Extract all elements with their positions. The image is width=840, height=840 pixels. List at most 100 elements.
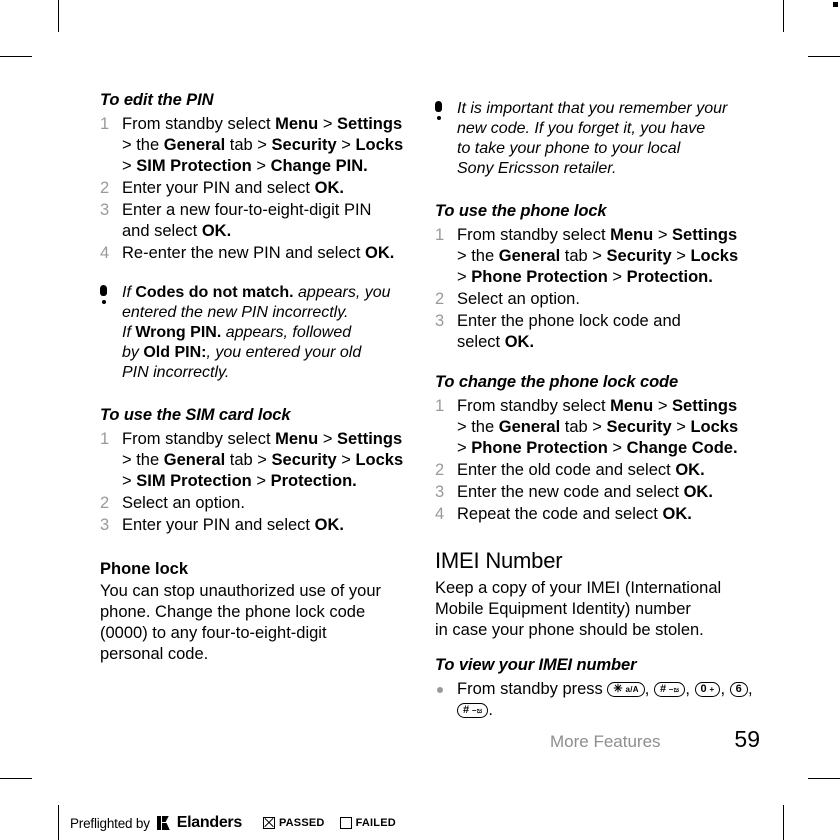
page-footer: More Features 59 xyxy=(435,726,760,753)
page-canvas: To edit the PIN 1 From standby select Men… xyxy=(0,0,840,840)
crop-mark-left-top xyxy=(0,56,32,57)
preflight-failed-label: FAILED xyxy=(355,817,396,829)
note-line: to take your phone to your local xyxy=(457,140,681,157)
text-line: > the General tab > Security > Locks xyxy=(122,136,404,154)
note-line: If Wrong PIN. appears, followed xyxy=(122,324,352,341)
text-line: select OK. xyxy=(457,333,535,351)
body-line: (0000) to any four-to-eight-digit xyxy=(100,624,327,642)
step-text: Repeat the code and select OK. xyxy=(457,504,755,525)
procedure-heading: To use the phone lock xyxy=(435,202,607,220)
step-item: 4 Re-enter the new PIN and select OK. xyxy=(100,243,420,264)
step-item: 1 From standby select Menu > Settings > th… xyxy=(100,114,420,177)
elanders-logo-icon xyxy=(156,816,170,830)
section-imei-number: IMEI Number Keep a copy of your IMEI (In… xyxy=(435,548,755,721)
exclamation-icon xyxy=(100,285,107,304)
step-number: 2 xyxy=(100,494,110,512)
body-line: personal code. xyxy=(100,645,209,663)
step-item: 1 From standby select Menu > Settings > th… xyxy=(435,396,755,459)
step-item: 2 Select an option. xyxy=(100,493,420,514)
preflight-bar: Preflighted by Elanders PASSED FAILED xyxy=(70,814,396,832)
text-line: Enter the phone lock code and xyxy=(457,312,681,330)
six-key: 6 xyxy=(729,682,749,697)
text-line: From standby select Menu > Settings xyxy=(457,226,738,244)
exclamation-icon xyxy=(435,101,442,120)
step-item: 3 Enter the new code and select OK. xyxy=(435,482,755,503)
step-number: 4 xyxy=(100,244,110,262)
section-phone-lock: Phone lock You can stop unauthorized use… xyxy=(100,559,420,665)
text-line: Enter the old code and select OK. xyxy=(457,461,705,479)
crop-mark-top-left xyxy=(58,0,59,32)
text-line: Enter your PIN and select OK. xyxy=(122,179,344,197)
crop-mark-bottom-left xyxy=(58,805,59,840)
note-line: new code. If you forget it, you have xyxy=(457,120,706,137)
procedure-heading: To edit the PIN xyxy=(100,91,214,109)
text-line: From standby select Menu > Settings xyxy=(122,115,403,133)
step-number: 1 xyxy=(100,115,110,133)
note-line: If Codes do not match. appears, you xyxy=(122,284,391,301)
preflight-passed: PASSED xyxy=(262,817,325,829)
page-number: 59 xyxy=(734,726,760,752)
text-line: Enter a new four-to-eight-digit PIN xyxy=(122,201,372,219)
note-line: It is important that you remember your xyxy=(457,100,728,117)
text-line: > the General tab > Security > Locks xyxy=(122,451,404,469)
imei-bullet-text: From standby press xyxy=(457,680,608,698)
text-line: Enter your PIN and select OK. xyxy=(122,516,344,534)
step-text: From standby select Menu > Settings > the… xyxy=(122,429,420,492)
step-text: From standby select Menu > Settings > the… xyxy=(457,225,755,288)
step-number: 1 xyxy=(435,226,445,244)
right-column: It is important that you remember your ne… xyxy=(435,90,755,721)
hash-key-2: # –ಜ xyxy=(457,703,489,718)
body-line: phone. Change the phone lock code xyxy=(100,603,366,621)
procedure-edit-pin: To edit the PIN 1 From standby select Men… xyxy=(100,90,420,264)
procedure-heading: To use the SIM card lock xyxy=(100,406,291,424)
step-text: Enter the new code and select OK. xyxy=(457,482,755,503)
note-body: It is important that you remember your ne… xyxy=(457,99,755,179)
note-remember-code: It is important that you remember your ne… xyxy=(435,99,755,179)
step-text: Enter a new four-to-eight-digit PIN and s… xyxy=(122,200,420,242)
preflight-passed-label: PASSED xyxy=(278,817,325,829)
note-line: by Old PIN:, you entered your old xyxy=(122,344,362,361)
body-line: in case your phone should be stolen. xyxy=(435,621,704,639)
crop-mark-right-bottom xyxy=(808,778,840,779)
procedure-change-phone-lock-code: To change the phone lock code 1 From stan… xyxy=(435,372,755,525)
crop-mark-left-bottom xyxy=(0,778,32,779)
zero-key: 0 + xyxy=(694,682,721,697)
text-line: Select an option. xyxy=(122,494,245,512)
text-line: Re-enter the new PIN and select OK. xyxy=(122,244,395,262)
step-text: Enter the old code and select OK. xyxy=(457,460,755,481)
note-line: entered the new PIN incorrectly. xyxy=(122,304,349,321)
step-list: 1 From standby select Menu > Settings > th… xyxy=(435,225,755,353)
step-number: 4 xyxy=(435,505,445,523)
step-list: 1 From standby select Menu > Settings > th… xyxy=(100,429,420,536)
imei-key-sequence-list: From standby press ✳ a/A, # –ಜ, 0 +, 6, … xyxy=(435,679,755,721)
step-item: 2 Enter the old code and select OK. xyxy=(435,460,755,481)
note-body: If Codes do not match. appears, you enter… xyxy=(122,283,420,383)
step-number: 1 xyxy=(100,430,110,448)
text-line: Enter the new code and select OK. xyxy=(457,483,713,501)
hash-key-1: # –ಜ xyxy=(653,682,686,697)
star-key: ✳ a/A xyxy=(607,682,645,697)
text-line: > the General tab > Security > Locks xyxy=(457,247,739,265)
step-number: 3 xyxy=(100,201,110,219)
step-text: Enter the phone lock code and select OK. xyxy=(457,311,755,353)
text-line: From standby select Menu > Settings xyxy=(122,430,403,448)
checkbox-checked-icon xyxy=(262,817,275,829)
registration-dot xyxy=(833,2,838,7)
procedure-sim-card-lock: To use the SIM card lock 1 From standby s… xyxy=(100,405,420,536)
note-codes-do-not-match: If Codes do not match. appears, you enter… xyxy=(100,283,420,383)
subsection-heading: Phone lock xyxy=(100,560,189,578)
step-text: Re-enter the new PIN and select OK. xyxy=(122,243,420,264)
step-list: 1 From standby select Menu > Settings > th… xyxy=(100,114,420,264)
crop-mark-bottom-right xyxy=(783,805,784,840)
bullet-dot xyxy=(437,687,443,693)
crop-mark-top-right xyxy=(783,0,784,32)
text-line: Repeat the code and select OK. xyxy=(457,505,692,523)
text-line: > SIM Protection > Protection. xyxy=(122,472,357,490)
imei-body: Keep a copy of your IMEI (International M… xyxy=(435,578,755,641)
section-heading: IMEI Number xyxy=(435,548,563,573)
preflight-failed: FAILED xyxy=(339,817,396,829)
preflight-brand: Elanders xyxy=(176,814,242,831)
left-column: To edit the PIN 1 From standby select Men… xyxy=(100,90,420,665)
note-line: PIN incorrectly. xyxy=(122,364,230,381)
note-line: Sony Ericsson retailer. xyxy=(457,160,617,177)
